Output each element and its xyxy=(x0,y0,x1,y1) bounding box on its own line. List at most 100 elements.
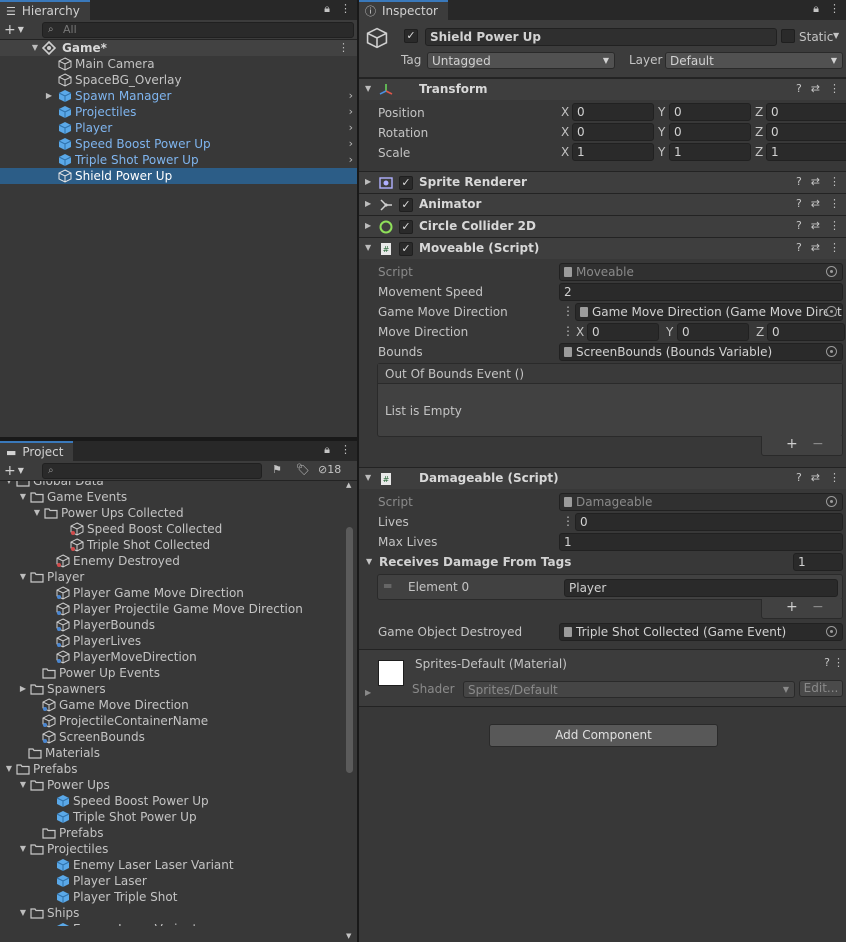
help-icon[interactable]: ? xyxy=(796,219,802,232)
project-item[interactable]: Player Game Move Direction xyxy=(0,585,343,601)
project-item[interactable]: Speed Boost Collected xyxy=(0,521,343,537)
project-item[interactable]: Triple Shot Power Up xyxy=(0,809,343,825)
project-item[interactable]: ▼ Projectiles xyxy=(0,841,343,857)
chevron-right-icon[interactable]: › xyxy=(349,88,353,104)
project-item[interactable]: Triple Shot Collected xyxy=(0,537,343,553)
position-z-field[interactable]: 0 xyxy=(766,103,846,121)
project-item[interactable]: ScreenBounds xyxy=(0,729,343,745)
chevron-right-icon[interactable]: › xyxy=(349,104,353,120)
circle-collider-header[interactable]: ▶ ✓ Circle Collider 2D ? ⇄ ⋮ xyxy=(359,215,846,237)
project-item[interactable]: Power Up Events xyxy=(0,665,343,681)
rotation-z-field[interactable]: 0 xyxy=(766,123,846,141)
more-menu-icon[interactable]: ⋮ xyxy=(340,443,351,457)
project-item[interactable]: ▼ Power Ups Collected xyxy=(0,505,343,521)
rotation-z-axis-label[interactable]: Z xyxy=(755,125,763,139)
hierarchy-item[interactable]: ▶ Spawn Manager › xyxy=(0,88,357,104)
move-direction-x-field[interactable]: 0 xyxy=(587,323,659,341)
chevron-right-icon[interactable]: › xyxy=(349,120,353,136)
project-item[interactable]: Game Move Direction xyxy=(0,697,343,713)
project-item[interactable]: ProjectileContainerName xyxy=(0,713,343,729)
add-icon[interactable]: + xyxy=(786,436,798,452)
expand-arrow-icon[interactable]: ▼ xyxy=(4,481,14,489)
sprite-renderer-header[interactable]: ▶ ✓ Sprite Renderer ? ⇄ ⋮ xyxy=(359,171,846,193)
scroll-down-icon[interactable]: ▼ xyxy=(346,932,351,940)
project-item[interactable]: Enemy Laser Variant xyxy=(0,921,343,926)
transform-component-header[interactable]: ▼ Transform ? ⇄ ⋮ xyxy=(359,78,846,100)
expand-arrow-icon[interactable]: ▼ xyxy=(18,905,28,921)
tag-dropdown[interactable]: Untagged ▼ xyxy=(427,52,615,69)
hierarchy-tab[interactable]: ☰ Hierarchy xyxy=(0,0,90,20)
project-item[interactable]: Speed Boost Power Up xyxy=(0,793,343,809)
rotation-x-field[interactable]: 0 xyxy=(572,123,654,141)
search-by-label-icon[interactable]: 🏷︎ xyxy=(296,463,310,476)
collapsed-arrow-icon[interactable]: ▶ xyxy=(44,88,54,104)
fold-closed-icon[interactable]: ▶ xyxy=(365,688,371,697)
help-icon[interactable]: ? xyxy=(796,175,802,188)
scroll-up-icon[interactable]: ▲ xyxy=(346,481,351,489)
expand-arrow-icon[interactable]: ▼ xyxy=(18,777,28,793)
fold-open-icon[interactable]: ▼ xyxy=(365,243,371,252)
reference-menu-icon[interactable]: ⋮ xyxy=(562,304,574,318)
more-menu-icon[interactable]: ⋮ xyxy=(829,2,840,16)
animator-header[interactable]: ▶ ✓ Animator ? ⇄ ⋮ xyxy=(359,193,846,215)
help-icon[interactable]: ? xyxy=(796,241,802,254)
fold-closed-icon[interactable]: ▶ xyxy=(365,199,371,208)
presets-icon[interactable]: ⇄ xyxy=(811,175,820,188)
fold-closed-icon[interactable]: ▶ xyxy=(365,221,371,230)
project-item[interactable]: ▼ Ships xyxy=(0,905,343,921)
project-item[interactable]: ▼ Game Events xyxy=(0,489,343,505)
lock-icon[interactable]: 🔒︎ xyxy=(324,443,330,457)
component-menu-icon[interactable]: ⋮ xyxy=(833,656,844,669)
scale-x-field[interactable]: 1 xyxy=(572,143,654,161)
expand-arrow-icon[interactable]: ▼ xyxy=(18,569,28,585)
enabled-checkbox[interactable]: ✓ xyxy=(399,220,413,234)
object-picker-icon[interactable] xyxy=(826,306,837,317)
expand-arrow-icon[interactable]: ▼ xyxy=(32,505,42,521)
remove-icon[interactable]: − xyxy=(812,599,824,615)
rotation-y-axis-label[interactable]: Y xyxy=(658,125,665,139)
move-direction-z-axis-label[interactable]: Z xyxy=(756,325,764,339)
search-by-type-icon[interactable]: ⚑ xyxy=(272,463,282,476)
help-icon[interactable]: ? xyxy=(796,82,802,95)
project-item[interactable]: Materials xyxy=(0,745,343,761)
moveable-header[interactable]: ▼ # ✓ Moveable (Script) ? ⇄ ⋮ xyxy=(359,237,846,259)
position-x-axis-label[interactable]: X xyxy=(561,105,569,119)
scale-x-axis-label[interactable]: X xyxy=(561,145,569,159)
bounds-field[interactable]: ScreenBounds (Bounds Variable) xyxy=(559,343,843,361)
position-z-axis-label[interactable]: Z xyxy=(755,105,763,119)
hierarchy-item[interactable]: SpaceBG_Overlay xyxy=(0,72,357,88)
tags-count-field[interactable]: 1 xyxy=(793,553,843,571)
hidden-packages-toggle[interactable]: ⊘18 xyxy=(318,463,341,476)
chevron-right-icon[interactable]: › xyxy=(349,136,353,152)
expand-arrow-icon[interactable]: ▼ xyxy=(30,40,40,56)
hierarchy-search-input[interactable]: ⌕ All xyxy=(42,22,354,38)
scale-y-field[interactable]: 1 xyxy=(669,143,751,161)
expand-arrow-icon[interactable]: ▼ xyxy=(18,841,28,857)
help-icon[interactable]: ? xyxy=(824,656,830,669)
enabled-checkbox[interactable]: ✓ xyxy=(399,198,413,212)
destroyed-field[interactable]: Triple Shot Collected (Game Event) xyxy=(559,623,843,641)
scene-menu-icon[interactable]: ⋮ xyxy=(338,40,349,56)
project-item[interactable]: Player Laser xyxy=(0,873,343,889)
drag-handle-icon[interactable]: ═ xyxy=(384,579,391,593)
lock-icon[interactable]: 🔒︎ xyxy=(813,2,819,16)
reference-menu-icon[interactable]: ⋮ xyxy=(562,514,574,528)
position-y-field[interactable]: 0 xyxy=(669,103,751,121)
project-tab[interactable]: ▬ Project xyxy=(0,441,74,461)
component-menu-icon[interactable]: ⋮ xyxy=(829,197,840,210)
hierarchy-item[interactable]: Triple Shot Power Up › xyxy=(0,152,357,168)
remove-icon[interactable]: − xyxy=(812,436,824,452)
help-icon[interactable]: ? xyxy=(796,197,802,210)
enabled-checkbox[interactable]: ✓ xyxy=(399,176,413,190)
fold-open-icon[interactable]: ▼ xyxy=(366,557,372,566)
fold-open-icon[interactable]: ▼ xyxy=(365,84,371,93)
max-lives-field[interactable]: 1 xyxy=(559,533,843,551)
chevron-right-icon[interactable]: › xyxy=(349,152,353,168)
create-button[interactable]: + ▼ xyxy=(4,462,24,480)
presets-icon[interactable]: ⇄ xyxy=(811,197,820,210)
rotation-x-axis-label[interactable]: X xyxy=(561,125,569,139)
hierarchy-item[interactable]: Speed Boost Power Up › xyxy=(0,136,357,152)
scale-z-field[interactable]: 1 xyxy=(766,143,846,161)
fold-open-icon[interactable]: ▼ xyxy=(365,473,371,482)
hierarchy-item[interactable]: Projectiles › xyxy=(0,104,357,120)
